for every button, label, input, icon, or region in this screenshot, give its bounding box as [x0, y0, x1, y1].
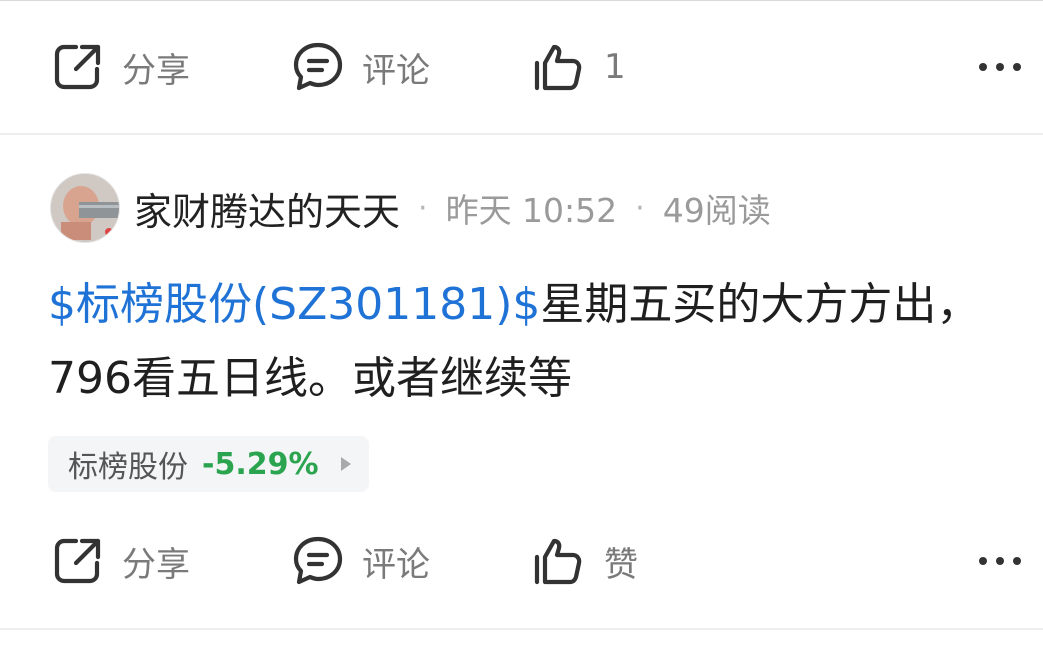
meta-separator: · [418, 190, 428, 226]
more-icon [979, 63, 1021, 71]
share-button[interactable]: 分享 [50, 521, 190, 601]
share-label: 分享 [122, 50, 190, 91]
avatar-image [51, 174, 119, 242]
like-label: 赞 [604, 544, 638, 585]
comment-icon [290, 533, 346, 589]
more-icon [979, 557, 1021, 565]
thumbs-up-icon [530, 39, 586, 95]
meta-separator: · [635, 190, 645, 226]
post-separator [0, 628, 1043, 630]
post-time: 昨天 10:52 [445, 191, 618, 230]
stock-chip-name: 标榜股份 [68, 450, 188, 485]
author-name[interactable]: 家财腾达的天天 [134, 181, 400, 236]
chevron-right-icon [340, 457, 351, 471]
action-bar-top: 分享 评论 1 [0, 27, 1043, 107]
like-count: 1 [604, 47, 626, 87]
thumbs-up-icon [530, 533, 586, 589]
share-icon [50, 39, 106, 95]
read-count: 49阅读 [662, 191, 771, 230]
comment-label: 评论 [362, 544, 430, 585]
share-label: 分享 [122, 544, 190, 585]
share-icon [50, 533, 106, 589]
post-content: $标榜股份(SZ301181)$星期五买的大方方出，796看五日线。或者继续等 [48, 268, 998, 416]
stock-tag-link[interactable]: $标榜股份(SZ301181)$ [48, 279, 540, 330]
more-button[interactable] [975, 47, 1025, 87]
avatar[interactable] [50, 173, 120, 243]
comment-icon [290, 39, 346, 95]
action-bar-bottom: 分享 评论 赞 [0, 521, 1043, 601]
like-button[interactable]: 1 [530, 27, 626, 107]
stock-chip-change: -5.29% [202, 446, 319, 482]
comment-button[interactable]: 评论 [290, 27, 430, 107]
comment-label: 评论 [362, 50, 430, 91]
more-button[interactable] [975, 541, 1025, 581]
top-divider [0, 0, 1043, 1]
stock-chip[interactable]: 标榜股份 -5.29% [48, 436, 369, 492]
post-separator [0, 133, 1043, 135]
comment-button[interactable]: 评论 [290, 521, 430, 601]
post-header: 家财腾达的天天 · 昨天 10:52 · 49阅读 [50, 172, 771, 244]
like-button[interactable]: 赞 [530, 521, 638, 601]
share-button[interactable]: 分享 [50, 27, 190, 107]
